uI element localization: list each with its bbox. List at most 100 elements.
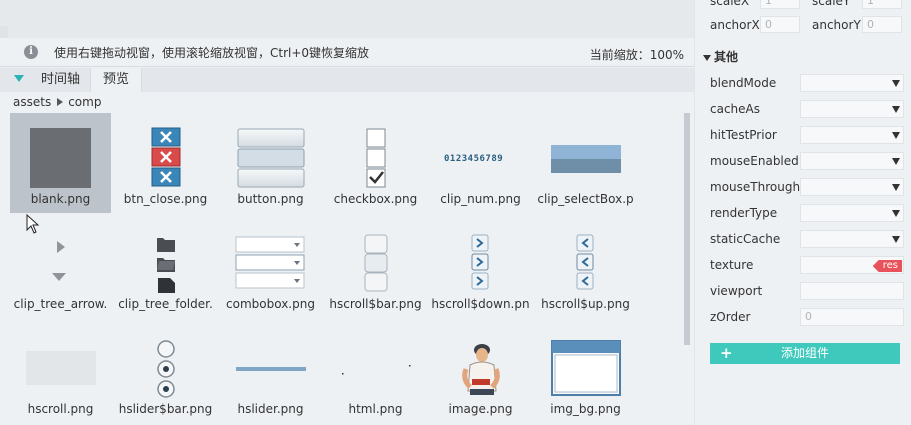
mouse-cursor-icon	[26, 214, 40, 234]
hscroll-thumb	[26, 351, 96, 385]
asset-item[interactable]: button.png	[220, 113, 321, 213]
asset-label: hscroll$bar.png	[329, 297, 422, 311]
collapse-arrow-icon[interactable]	[14, 75, 24, 82]
res-picker-button[interactable]: res	[872, 260, 902, 272]
prop-label-viewport: viewport	[710, 284, 763, 298]
dropdown-arrow-icon	[892, 158, 900, 165]
prop-label-mousethrough: mouseThrough	[710, 180, 801, 194]
section-collapse-icon	[703, 54, 711, 61]
scaley-input[interactable]: 1	[862, 0, 902, 9]
asset-item[interactable]: checkbox.png	[325, 113, 426, 213]
asset-item[interactable]: image.png	[430, 323, 531, 423]
staticcache-select[interactable]	[800, 230, 904, 248]
asset-item[interactable]: hslider$bar.png	[115, 323, 216, 423]
asset-item[interactable]: btn_close.png	[115, 113, 216, 213]
blank-thumb	[30, 128, 91, 188]
section-other-header[interactable]: 其他	[703, 48, 738, 65]
tab-preview[interactable]: 预览	[90, 68, 143, 92]
asset-item[interactable]: blank.png	[10, 113, 111, 213]
asset-item[interactable]: html.png	[325, 323, 426, 423]
anchorx-input[interactable]: 0	[760, 16, 800, 33]
add-component-label: 添加组件	[780, 346, 829, 360]
dropdown-arrow-icon	[892, 236, 900, 243]
html-thumb	[342, 365, 411, 375]
prop-label-anchorx: anchorX	[710, 18, 760, 32]
cacheas-select[interactable]	[800, 100, 904, 118]
info-icon: i	[24, 45, 38, 59]
dropdown-arrow-icon	[892, 106, 900, 113]
asset-label: checkbox.png	[333, 192, 418, 206]
hint-text: 使用右键拖动视窗，使用滚轮缩放视窗，Ctrl+0键恢复缩放	[54, 46, 370, 60]
scrollbar-thumb	[364, 234, 388, 292]
dropdown-arrow-icon	[892, 210, 900, 217]
hint-bar: i 使用右键拖动视窗，使用滚轮缩放视窗，Ctrl+0键恢复缩放 当前缩放：100…	[0, 38, 694, 67]
person-image-thumb	[462, 344, 500, 395]
asset-scrollbar[interactable]	[682, 113, 692, 425]
rendertype-select[interactable]	[800, 204, 904, 222]
breadcrumb-separator-icon	[57, 98, 64, 106]
prop-label-rendertype: renderType	[710, 206, 778, 220]
scene-canvas[interactable]	[0, 0, 694, 42]
scroll-up-thumb	[576, 234, 594, 290]
anchory-input[interactable]: 0	[862, 16, 902, 33]
asset-label: html.png	[348, 402, 403, 416]
prop-label-anchory: anchorY	[812, 18, 861, 32]
breadcrumb-comp[interactable]: comp	[68, 95, 101, 109]
asset-label: clip_num.png	[440, 192, 521, 206]
zorder-field[interactable]: 0	[800, 308, 904, 326]
asset-label: hscroll$up.png	[541, 297, 630, 311]
asset-label: button.png	[237, 192, 304, 206]
breadcrumb: assets comp	[13, 95, 101, 109]
asset-item[interactable]: clip_tree_folder.	[115, 218, 216, 318]
texture-field[interactable]: res	[800, 256, 904, 274]
breadcrumb-assets[interactable]: assets	[13, 95, 51, 109]
hittestprior-select[interactable]	[800, 126, 904, 144]
asset-label: hscroll$down.pn	[431, 297, 530, 311]
asset-item[interactable]: hscroll.png	[10, 323, 111, 423]
prop-label-hittestprior: hitTestPrior	[710, 128, 777, 142]
number-strip-thumb: 0123456789	[444, 154, 503, 164]
section-title: 其他	[714, 50, 739, 64]
asset-item[interactable]: hscroll$bar.png	[325, 218, 426, 318]
prop-label-mouseenabled: mouseEnabled	[710, 154, 799, 168]
slider-bar-thumb	[157, 340, 175, 398]
asset-label: blank.png	[30, 192, 91, 206]
prop-label-blendmode: blendMode	[710, 76, 777, 90]
clip-num-digits: 0123456789	[444, 154, 503, 164]
close-button-thumb	[151, 127, 181, 187]
add-component-button[interactable]: + 添加组件	[710, 343, 900, 364]
button-thumb	[237, 128, 305, 188]
scroll-down-thumb	[471, 234, 489, 290]
zoom-level: 当前缩放：100%	[589, 48, 684, 62]
mouseenabled-select[interactable]	[800, 152, 904, 170]
asset-label: hslider$bar.png	[118, 402, 213, 416]
mousethrough-select[interactable]	[800, 178, 904, 196]
asset-item[interactable]: hscroll$down.pn	[430, 218, 531, 318]
asset-item[interactable]: combobox.png	[220, 218, 321, 318]
tab-timeline[interactable]: 时间轴	[29, 68, 92, 92]
prop-label-zorder: zOrder	[710, 310, 751, 324]
combobox-thumb	[235, 236, 305, 289]
ide-window: i 使用右键拖动视窗，使用滚轮缩放视窗，Ctrl+0键恢复缩放 当前缩放：100…	[0, 0, 911, 425]
asset-item[interactable]: 0123456789 clip_num.png	[430, 113, 531, 213]
asset-item[interactable]: hslider.png	[220, 323, 321, 423]
dropdown-arrow-icon	[892, 80, 900, 87]
prop-label-scalex: scaleX	[710, 0, 750, 8]
asset-item[interactable]: clip_selectBox.p	[535, 113, 636, 213]
selectbox-thumb	[551, 145, 621, 173]
viewport-field[interactable]	[800, 282, 904, 300]
scrollbar-handle[interactable]	[684, 113, 690, 345]
prop-label-texture: texture	[710, 258, 754, 272]
properties-panel: scaleX 1 scaleY 1 anchorX 0 anchorY 0 其他…	[694, 0, 911, 425]
window-bg-thumb	[551, 340, 621, 396]
asset-item[interactable]: hscroll$up.png	[535, 218, 636, 318]
asset-item[interactable]: img_bg.png	[535, 323, 636, 423]
scalex-input[interactable]: 1	[760, 0, 800, 9]
prop-label-cacheas: cacheAs	[710, 102, 760, 116]
prop-label-staticcache: staticCache	[710, 232, 781, 246]
bottom-tabs: 时间轴 预览	[0, 68, 694, 92]
asset-label: clip_tree_folder.	[118, 297, 213, 311]
folder-thumb	[157, 238, 175, 293]
blendmode-select[interactable]	[800, 74, 904, 92]
asset-label: combobox.png	[226, 297, 315, 311]
